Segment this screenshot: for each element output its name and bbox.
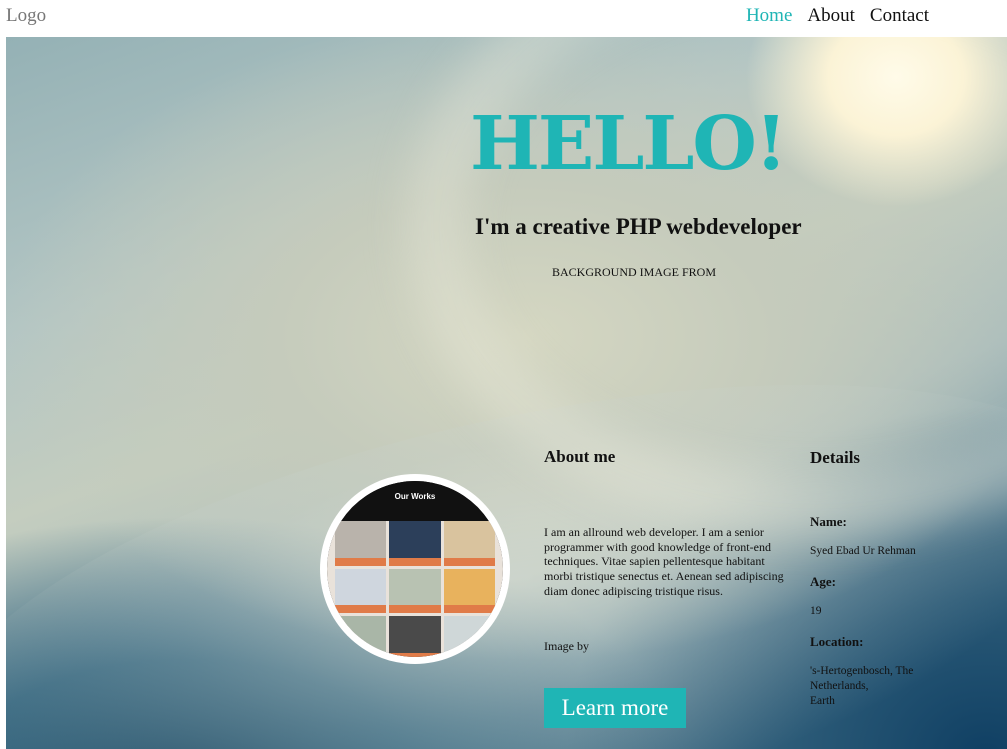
image-credit: Image by — [544, 639, 589, 653]
nav-link-about[interactable]: About — [807, 5, 855, 27]
portrait-tile — [443, 521, 495, 566]
location-line: Netherlands, — [810, 680, 869, 692]
background-credit: BACKGROUND IMAGE FROM — [552, 265, 717, 279]
details-title: Details — [810, 448, 861, 467]
location-value: 's-Hertogenbosch, The Netherlands, Earth — [810, 664, 913, 709]
portrait-grid — [327, 521, 503, 657]
portrait-tile — [335, 568, 387, 614]
nav-links: Home About Contact — [746, 5, 929, 27]
hero-section: HELLO! I'm a creative PHP webdeveloper B… — [6, 37, 1007, 749]
portrait-tile — [389, 521, 441, 566]
navbar: Logo Home About Contact — [0, 0, 1007, 37]
learn-more-button[interactable]: Learn more — [544, 688, 686, 728]
portrait-tile — [389, 616, 441, 657]
hero-title: HELLO! — [470, 101, 787, 187]
portrait-tile — [335, 521, 387, 566]
portrait-image: Our Works — [327, 481, 503, 657]
age-label: Age: — [810, 574, 836, 589]
age-value: 19 — [810, 605, 822, 617]
location-label: Location: — [810, 634, 864, 649]
portrait-tile — [443, 616, 495, 657]
about-text: I am an allround web developer. I am a s… — [544, 525, 784, 598]
name-value: Syed Ebad Ur Rehman — [810, 545, 916, 557]
location-line: Earth — [810, 695, 835, 707]
portrait-frame: Our Works — [320, 474, 510, 664]
portrait-tile — [335, 616, 387, 657]
portrait-caption: Our Works — [327, 481, 503, 521]
nav-link-contact[interactable]: Contact — [870, 5, 929, 27]
hero-subtitle: I'm a creative PHP webdeveloper — [475, 214, 802, 239]
location-line: 's-Hertogenbosch, The — [810, 665, 914, 677]
portrait-tile — [443, 568, 495, 614]
portrait-tile — [389, 568, 441, 614]
logo[interactable]: Logo — [6, 5, 46, 27]
nav-link-home[interactable]: Home — [746, 5, 792, 27]
name-label: Name: — [810, 514, 847, 529]
about-title: About me — [544, 447, 616, 466]
